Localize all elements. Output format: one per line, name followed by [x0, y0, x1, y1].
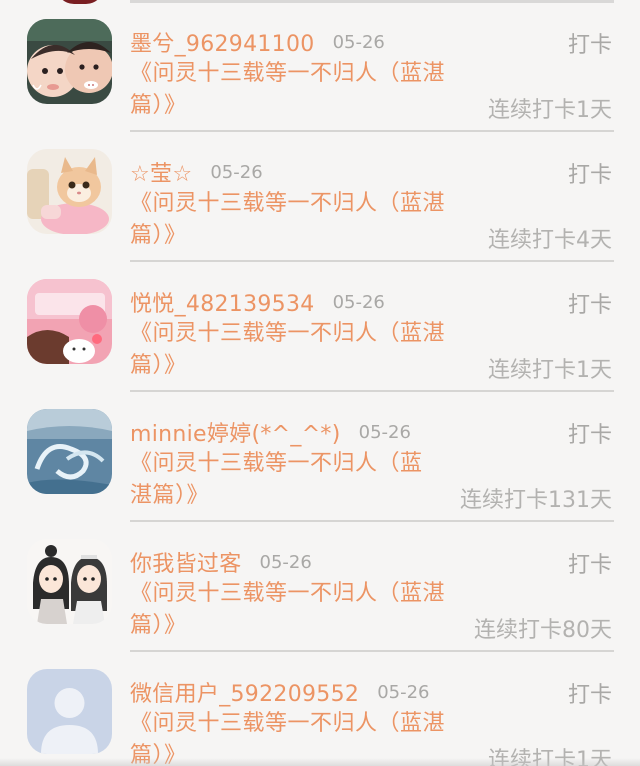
book-title[interactable]: 《问灵十三载等一不归人（蓝湛篇）》: [130, 58, 460, 122]
checkin-label: 打卡: [567, 553, 612, 578]
checkin-date: 05-26: [377, 681, 430, 703]
streak-count: 连续打卡1天: [488, 98, 612, 123]
name-line: 墨兮_962941100 05-26: [130, 24, 385, 60]
name-line: 你我皆过客 05-26: [130, 544, 312, 580]
checkin-date: 05-26: [210, 161, 263, 183]
book-title[interactable]: 《问灵十三载等一不归人（蓝湛篇）》: [130, 318, 460, 382]
checkin-item[interactable]: 墨兮_962941100 05-26 打卡 《问灵十三载等一不归人（蓝湛篇）》 …: [0, 0, 640, 132]
baby-photo-avatar[interactable]: [27, 19, 112, 104]
user-nickname[interactable]: 墨兮_962941100: [130, 26, 315, 58]
user-nickname[interactable]: minnie婷婷(*^_^*): [130, 416, 341, 448]
book-title[interactable]: 《问灵十三载等一不归人（蓝湛篇）》: [130, 188, 460, 252]
anime-duo-avatar[interactable]: [27, 539, 112, 624]
user-nickname[interactable]: 悦悦_482139534: [130, 286, 315, 318]
ocean-wave-avatar[interactable]: [27, 409, 112, 494]
name-line: ☆莹☆ 05-26: [130, 154, 263, 190]
checkin-item[interactable]: 你我皆过客 05-26 打卡 《问灵十三载等一不归人（蓝湛篇）》 连续打卡80天: [0, 520, 640, 652]
checkin-label: 打卡: [567, 683, 612, 708]
scroll-fade: [0, 758, 640, 766]
checkin-item[interactable]: 微信用户_592209552 05-26 打卡 《问灵十三载等一不归人（蓝湛篇）…: [0, 650, 640, 766]
checkin-item[interactable]: ☆莹☆ 05-26 打卡 《问灵十三载等一不归人（蓝湛篇）》 连续打卡4天: [0, 130, 640, 262]
checkin-label: 打卡: [567, 163, 612, 188]
kitten-photo-avatar[interactable]: [27, 149, 112, 234]
checkin-date: 05-26: [332, 291, 385, 313]
checkin-item[interactable]: 悦悦_482139534 05-26 打卡 《问灵十三载等一不归人（蓝湛篇）》 …: [0, 260, 640, 392]
checkin-date: 05-26: [332, 31, 385, 53]
name-line: 悦悦_482139534 05-26: [130, 284, 385, 320]
checkin-feed-page: 墨兮_962941100 05-26 打卡 《问灵十三载等一不归人（蓝湛篇）》 …: [0, 0, 640, 766]
user-nickname[interactable]: ☆莹☆: [130, 156, 192, 188]
checkin-label: 打卡: [567, 293, 612, 318]
streak-count: 连续打卡1天: [488, 358, 612, 383]
user-nickname[interactable]: 微信用户_592209552: [130, 676, 359, 708]
checkin-date: 05-26: [259, 551, 312, 573]
streak-count: 连续打卡4天: [488, 228, 612, 253]
checkin-label: 打卡: [567, 33, 612, 58]
pink-cartoon-avatar[interactable]: [27, 279, 112, 364]
streak-count: 连续打卡80天: [474, 618, 612, 643]
checkin-date: 05-26: [358, 421, 411, 443]
default-user-avatar[interactable]: [27, 669, 112, 754]
name-line: minnie婷婷(*^_^*) 05-26: [130, 414, 411, 450]
streak-count: 连续打卡131天: [460, 488, 612, 513]
name-line: 微信用户_592209552 05-26: [130, 674, 430, 710]
user-nickname[interactable]: 你我皆过客: [130, 546, 242, 578]
book-title[interactable]: 《问灵十三载等一不归人（蓝湛篇）》: [130, 448, 430, 512]
checkin-label: 打卡: [567, 423, 612, 448]
book-title[interactable]: 《问灵十三载等一不归人（蓝湛篇）》: [130, 578, 460, 642]
checkin-item[interactable]: minnie婷婷(*^_^*) 05-26 打卡 《问灵十三载等一不归人（蓝湛篇…: [0, 390, 640, 522]
